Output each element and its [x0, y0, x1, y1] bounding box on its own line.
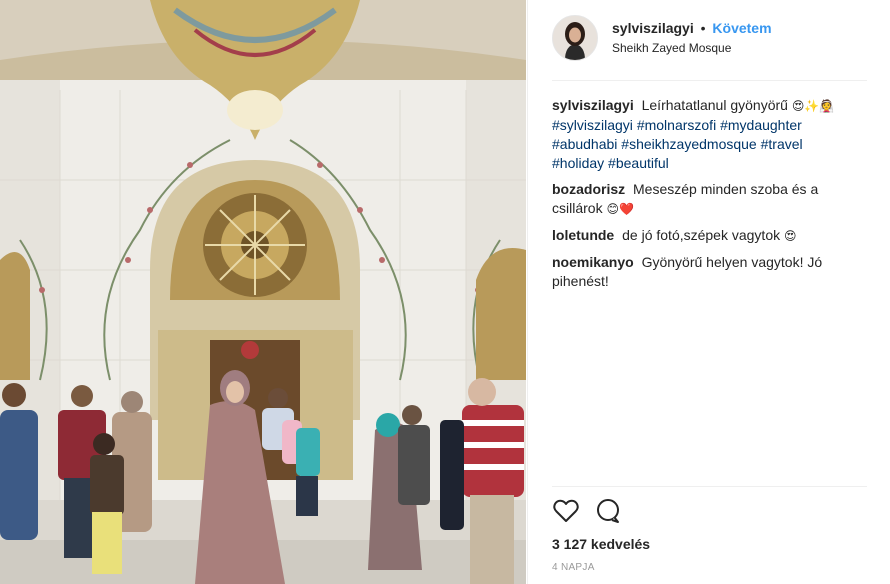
hashtag-link[interactable]: #sylviszilagyi [552, 117, 633, 133]
hashtag-link[interactable]: #mydaughter [720, 117, 802, 133]
post-author-info: sylviszilagyi • Követem Sheikh Zayed Mos… [612, 19, 772, 57]
comment-username[interactable]: bozadorisz [552, 181, 625, 197]
hashtag-link[interactable]: #molnarszofi [637, 117, 716, 133]
post-timestamp[interactable]: 4 NAPJA [552, 562, 595, 573]
header-divider [552, 80, 867, 81]
hashtag-link[interactable]: #beautiful [608, 155, 669, 171]
comment-item: bozadorisz Meseszép minden szoba és a cs… [552, 180, 842, 219]
post-header: sylviszilagyi • Követem Sheikh Zayed Mos… [552, 14, 871, 62]
author-username[interactable]: sylviszilagyi [612, 20, 694, 36]
post-actions [552, 496, 636, 526]
avatar-image [553, 16, 597, 60]
comment-emoji: 😊❤️ [606, 202, 634, 216]
comment-emoji: 😍 [784, 229, 797, 243]
location-link[interactable]: Sheikh Zayed Mosque [612, 39, 772, 57]
likes-count[interactable]: 3 127 kedvelés [552, 536, 650, 552]
caption-emoji: 😍✨👰 [791, 99, 835, 113]
mosque-photo-illustration [0, 0, 526, 584]
caption-username[interactable]: sylviszilagyi [552, 97, 634, 113]
hashtag-link[interactable]: #abudhabi [552, 136, 617, 152]
hashtag-link[interactable]: #travel [761, 136, 803, 152]
comments-list: sylviszilagyi Leírhatatlanul gyönyörű 😍✨… [552, 96, 842, 298]
heart-icon[interactable] [552, 497, 580, 525]
comment-username[interactable]: loletunde [552, 227, 614, 243]
caption-text: Leírhatatlanul gyönyörű [641, 97, 788, 113]
comment-item: loletunde de jó fotó,szépek vagytok 😍 [552, 226, 842, 246]
comment-text: de jó fotó,szépek vagytok [622, 227, 781, 243]
hashtag-link[interactable]: #holiday [552, 155, 604, 171]
post-photo[interactable] [0, 0, 526, 584]
post-side-panel: sylviszilagyi • Követem Sheikh Zayed Mos… [527, 0, 890, 584]
comment-username[interactable]: noemikanyo [552, 254, 634, 270]
caption: sylviszilagyi Leírhatatlanul gyönyörű 😍✨… [552, 96, 842, 173]
actions-divider [552, 486, 867, 487]
avatar[interactable] [552, 15, 598, 61]
comment-icon[interactable] [594, 497, 622, 525]
separator-dot: • [700, 20, 706, 36]
follow-button[interactable]: Követem [712, 20, 771, 36]
comment-item: noemikanyo Gyönyörű helyen vagytok! Jó p… [552, 253, 842, 291]
hashtag-link[interactable]: #sheikhzayedmosque [621, 136, 756, 152]
